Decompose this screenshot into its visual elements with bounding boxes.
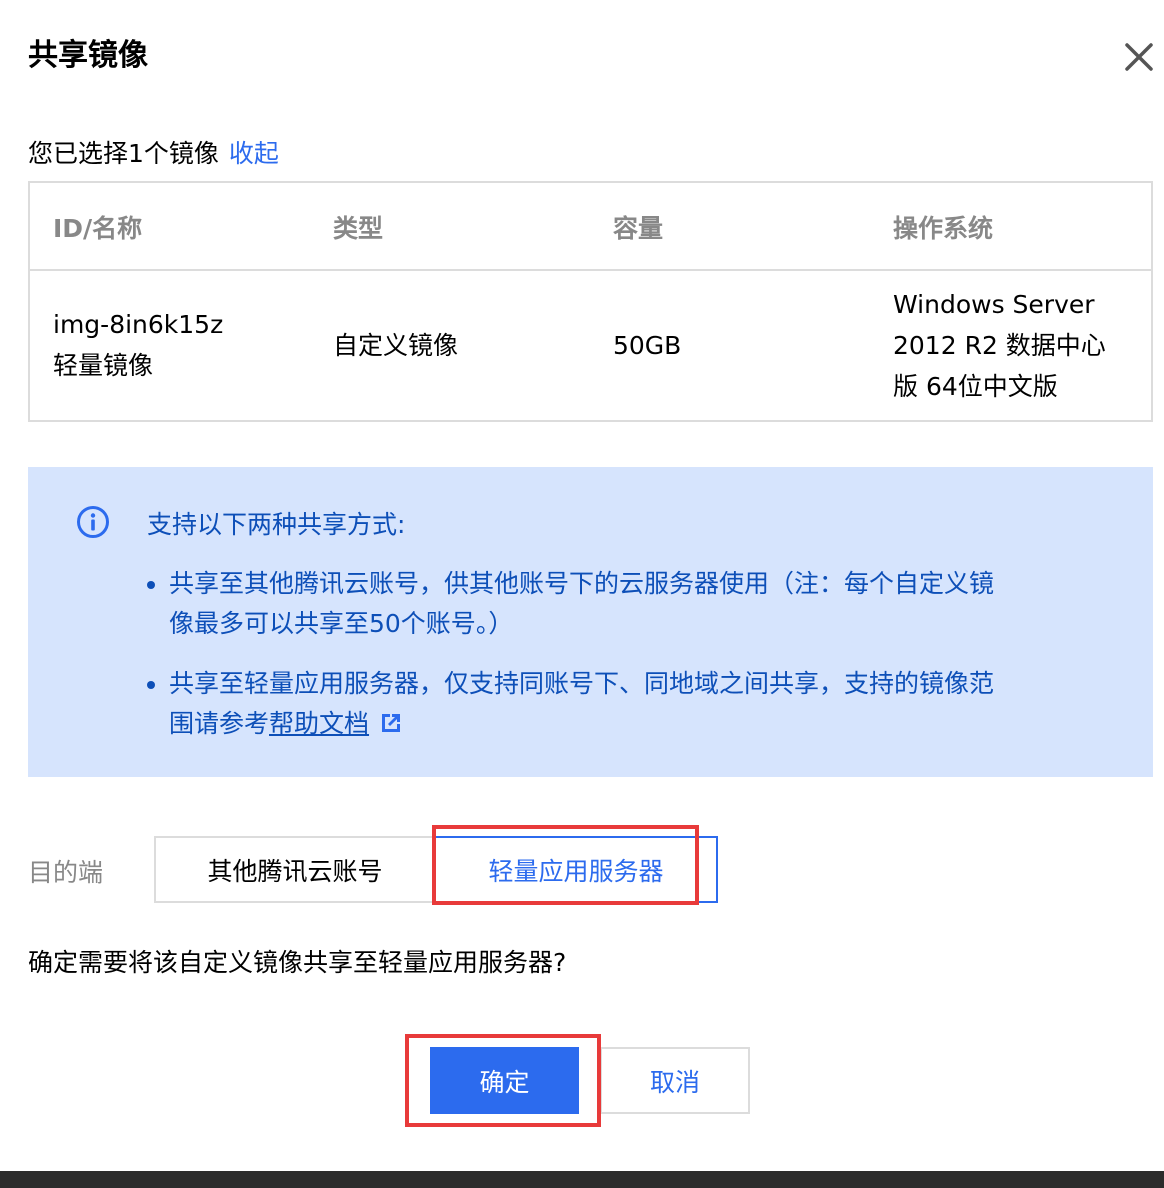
selection-summary: 您已选择1个镜像 收起 <box>28 134 279 170</box>
destination-option-lighthouse[interactable]: 轻量应用服务器 <box>434 836 718 903</box>
selection-count-text: 您已选择1个镜像 <box>28 139 219 168</box>
cell-capacity: 50GB <box>613 331 682 360</box>
help-doc-link[interactable]: 帮助文档 <box>269 709 369 738</box>
column-header-id-name: ID/名称 <box>53 214 143 243</box>
cell-os: Windows Server 2012 R2 数据中心 版 64位中文版 <box>893 284 1106 407</box>
column-header-os: 操作系统 <box>893 214 994 243</box>
column-header-capacity: 容量 <box>613 214 664 243</box>
share-image-dialog: 共享镜像 您已选择1个镜像 收起 ID/名称 类型 容量 操作系统 img-8in… <box>0 0 1164 1188</box>
confirm-button[interactable]: 确定 <box>430 1047 579 1114</box>
destination-option-other-account[interactable]: 其他腾讯云账号 <box>154 836 436 903</box>
notice-bullet-account: 共享至其他腾讯云账号，供其他账号下的云服务器使用（注：每个自定义镜 像最多可以共… <box>147 564 1067 644</box>
cancel-button[interactable]: 取消 <box>600 1047 750 1114</box>
external-link-icon[interactable] <box>379 707 403 747</box>
column-header-type: 类型 <box>333 214 384 243</box>
bullet-2-line-1: 共享至轻量应用服务器，仅支持同账号下、同地域之间共享，支持的镜像范 <box>169 669 995 698</box>
share-methods-notice: 支持以下两种共享方式: 共享至其他腾讯云账号，供其他账号下的云服务器使用（注：每… <box>28 467 1153 777</box>
dialog-title: 共享镜像 <box>28 38 148 73</box>
image-table: ID/名称 类型 容量 操作系统 img-8in6k15z 轻量镜像 自定义镜像… <box>28 181 1153 422</box>
bullet-dot <box>147 581 155 589</box>
cell-type: 自定义镜像 <box>333 331 459 360</box>
table-header: ID/名称 类型 容量 操作系统 <box>30 183 1151 271</box>
bullet-text: 共享至轻量应用服务器，仅支持同账号下、同地域之间共享，支持的镜像范 围请参考帮助… <box>147 664 1067 747</box>
cell-id-name: img-8in6k15z 轻量镜像 <box>53 304 223 386</box>
bullet-1-line-2: 像最多可以共享至50个账号。） <box>169 609 514 638</box>
collapse-link[interactable]: 收起 <box>229 139 279 168</box>
os-line-2: 2012 R2 数据中心 <box>893 331 1106 360</box>
os-line-1: Windows Server <box>893 290 1095 319</box>
image-name: 轻量镜像 <box>53 351 154 380</box>
os-line-3: 版 64位中文版 <box>893 372 1058 401</box>
bullet-2-line-2: 围请参考 <box>169 709 270 738</box>
bullet-1-line-1: 共享至其他腾讯云账号，供其他账号下的云服务器使用（注：每个自定义镜 <box>169 569 995 598</box>
image-id: img-8in6k15z <box>53 310 224 339</box>
info-icon <box>76 505 110 543</box>
notice-title: 支持以下两种共享方式: <box>147 510 406 539</box>
bullet-dot <box>147 681 155 689</box>
destination-label: 目的端 <box>28 858 104 887</box>
notice-bullet-lighthouse: 共享至轻量应用服务器，仅支持同账号下、同地域之间共享，支持的镜像范 围请参考帮助… <box>147 664 1067 747</box>
close-icon[interactable] <box>1122 40 1156 74</box>
bullet-text: 共享至其他腾讯云账号，供其他账号下的云服务器使用（注：每个自定义镜 像最多可以共… <box>147 564 1067 644</box>
bottom-bar <box>0 1171 1164 1188</box>
confirm-message: 确定需要将该自定义镜像共享至轻量应用服务器? <box>28 948 567 977</box>
